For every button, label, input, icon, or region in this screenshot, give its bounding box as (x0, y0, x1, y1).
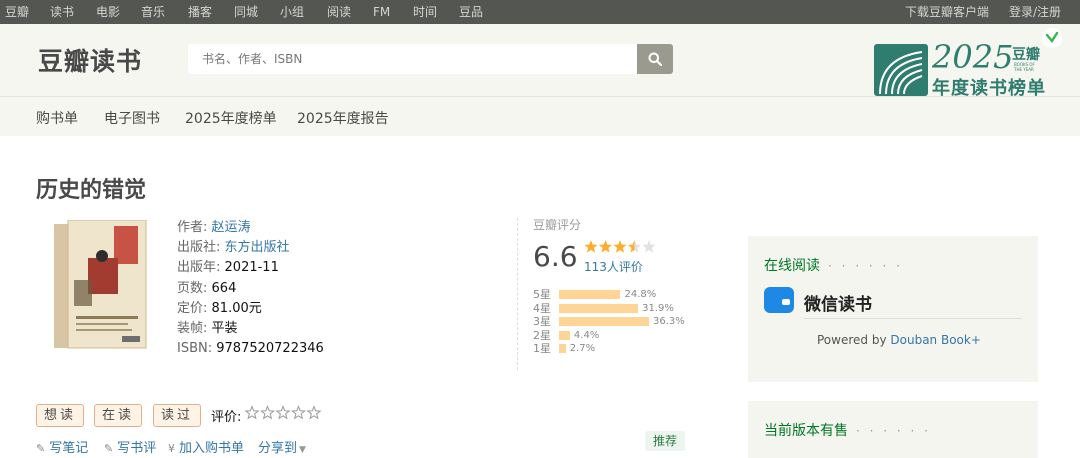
write-review-link[interactable]: ✎ 写书评 (104, 437, 156, 456)
chevron-down-icon: ▼ (299, 445, 306, 455)
share-link[interactable]: 分享到 ▼ (258, 437, 306, 456)
annual-emblem-icon (874, 44, 928, 96)
nav-podcast[interactable]: 播客 (188, 0, 212, 24)
rating-bar (559, 344, 566, 353)
online-reading-panel: 在线阅读 · · · · · · 微信读书 Powered by Douban B… (748, 236, 1038, 382)
annual-list-banner[interactable]: 2025 豆瓣 BOOKS OF THE YEAR 年度读书榜单 (874, 24, 1064, 100)
info-pubyear: 出版年: 2021-11 (177, 260, 279, 276)
nav-group[interactable]: 小组 (280, 0, 304, 24)
rating-star-label: 1星 (533, 342, 551, 355)
add-to-cart-link[interactable]: ¥ 加入购书单 (168, 437, 244, 456)
rating-bar (559, 330, 570, 340)
rating-score: 6.6 (533, 240, 578, 273)
star-outline-icon[interactable] (291, 405, 306, 420)
pencil-icon: ✎ (36, 442, 46, 455)
wechat-read-icon (764, 287, 794, 313)
info-binding: 装帧: 平装 (177, 320, 238, 336)
rating-percent: 31.9% (642, 302, 674, 314)
rating-count-link[interactable]: 113人评价 (584, 258, 643, 275)
info-author: 作者: 赵运涛 (177, 220, 251, 235)
star-icon (642, 240, 656, 253)
rating-percent: 24.8% (624, 289, 657, 300)
nav-douban[interactable]: 豆瓣 (5, 0, 29, 24)
rating-bar (559, 290, 621, 299)
nav-music[interactable]: 音乐 (141, 0, 165, 24)
nav-fm[interactable]: FM (373, 0, 390, 24)
douban-book-plus-link[interactable]: Douban Book+ (890, 333, 981, 347)
info-isbn: ISBN: 9787520722346 (177, 341, 324, 357)
star-outline-icon[interactable] (245, 405, 260, 420)
rating-percent: 2.7% (569, 343, 596, 354)
current-edition-title: 当前版本有售 · · · · · · (764, 423, 931, 439)
check-badge-icon (1042, 28, 1062, 48)
current-edition-panel: 当前版本有售 · · · · · · (748, 401, 1038, 458)
book-cover[interactable] (52, 219, 148, 350)
subnav-annual-report[interactable]: 2025年度报告 (297, 108, 389, 128)
yen-icon: ¥ (168, 442, 175, 455)
book-info: 作者: 赵运涛 出版社: 东方出版社 出版年: 2021-11 页数: 664 … (177, 218, 324, 359)
reading-button[interactable]: 在读 (94, 404, 142, 427)
login-register-link[interactable]: 登录/注册 (1009, 0, 1061, 24)
rating-stars-icon (584, 240, 656, 253)
search-input[interactable]: 书名、作者、ISBN (188, 44, 637, 74)
rating-star-label: 2星 (533, 328, 551, 342)
wechat-read-link[interactable]: 微信读书 (804, 290, 872, 315)
banner-small-text: BOOKS OF THE YEAR (1014, 62, 1035, 72)
banner-brand: 豆瓣 (1012, 47, 1040, 63)
search-icon (648, 52, 662, 66)
powered-by: Powered by Douban Book+ (817, 333, 981, 347)
recommend-button[interactable]: 推荐 (645, 431, 685, 451)
rating-bar (559, 317, 649, 326)
banner-year: 2025 (932, 38, 1014, 76)
site-logo[interactable]: 豆瓣读书 (38, 42, 142, 78)
page-title: 历史的错觉 (36, 178, 147, 203)
rating-star-label: 5星 (533, 288, 551, 301)
online-reading-title: 在线阅读 · · · · · · (764, 258, 903, 274)
divider (804, 318, 1022, 319)
nav-movie[interactable]: 电影 (96, 0, 120, 24)
nav-time[interactable]: 时间 (413, 0, 437, 24)
search-button[interactable] (637, 44, 673, 74)
star-outline-icon[interactable] (260, 405, 275, 420)
info-price: 定价: 81.00元 (177, 300, 262, 316)
have-read-button[interactable]: 读过 (153, 404, 201, 427)
rating-star-label: 4星 (533, 301, 551, 315)
books-subnav: 购书单 电子图书 2025年度榜单 2025年度报告 (0, 96, 1080, 136)
rating-star-label: 3星 (533, 315, 551, 328)
rating-section: 豆瓣评分 6.6 113人评价 5星 24.8% 4星 31.9% 3星 36.3% 2星 4… (533, 216, 713, 366)
star-outline-icon[interactable] (306, 405, 322, 420)
global-nav: 豆瓣 读书 电影 音乐 播客 同城 小组 阅读 FM 时间 豆品 下载豆瓣客户端… (0, 0, 1080, 24)
star-icon (584, 240, 598, 253)
rating-percent: 4.4% (573, 329, 600, 341)
info-pages: 页数: 664 (177, 280, 237, 296)
nav-local[interactable]: 同城 (234, 0, 258, 24)
download-app-link[interactable]: 下载豆瓣客户端 (905, 0, 989, 24)
rating-percent: 36.3% (653, 316, 685, 327)
author-link[interactable]: 赵运涛 (212, 220, 251, 235)
info-publisher: 出版社: 东方出版社 (177, 240, 290, 256)
star-icon (613, 240, 627, 253)
nav-read[interactable]: 阅读 (327, 0, 351, 24)
rate-label: 评价: (211, 410, 242, 425)
site-header: 豆瓣读书 书名、作者、ISBN 2025 豆瓣 BOOKS OF THE YEA… (0, 24, 1080, 136)
subnav-ebooks[interactable]: 电子图书 (104, 108, 160, 128)
nav-market[interactable]: 豆品 (459, 0, 483, 24)
want-to-read-button[interactable]: 想读 (36, 404, 84, 427)
rating-bar (559, 303, 639, 313)
nav-books[interactable]: 读书 (50, 0, 74, 24)
star-icon (598, 240, 613, 253)
pencil-icon: ✎ (104, 442, 114, 455)
publisher-link[interactable]: 东方出版社 (225, 240, 290, 255)
star-outline-icon[interactable] (275, 405, 291, 420)
write-note-link[interactable]: ✎ 写笔记 (36, 437, 88, 456)
divider (517, 218, 518, 370)
star-icon (627, 240, 642, 253)
rate-stars-input[interactable] (245, 405, 323, 421)
subnav-shopping-list[interactable]: 购书单 (36, 108, 78, 128)
subnav-annual-ranking[interactable]: 2025年度榜单 (185, 108, 277, 128)
rating-header: 豆瓣评分 (533, 218, 582, 232)
